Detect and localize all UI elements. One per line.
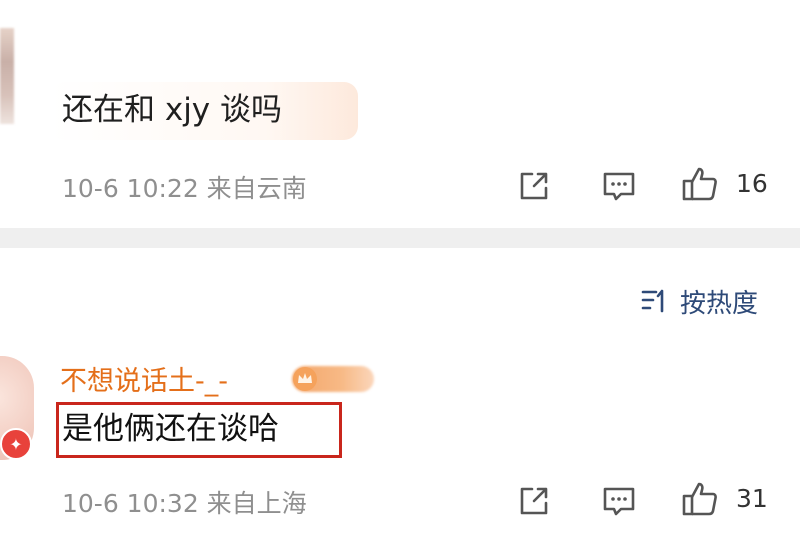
thumbs-up-icon[interactable] [680,164,720,204]
crown-icon [293,367,317,391]
sort-by-hot-link[interactable]: 按热度 [680,283,758,320]
share-icon[interactable] [514,166,554,206]
sort-icon[interactable] [640,287,670,315]
comment-meta: 10-6 10:22 来自云南 [62,174,307,203]
like-count: 31 [736,484,768,513]
section-divider [0,228,800,248]
comment-text: 还在和 xjy 谈吗 [62,92,283,128]
comment-icon[interactable] [599,166,639,206]
username[interactable]: 不想说话土-_- [60,359,228,398]
like-count: 16 [736,169,768,198]
share-icon[interactable] [514,481,554,521]
comment-meta: 10-6 10:32 来自上海 [62,489,307,518]
comment-text: 是他俩还在谈哈 [62,411,279,447]
vip-badge-icon: ✦ [0,428,32,460]
thumbs-up-icon[interactable] [680,479,720,519]
comment-icon[interactable] [599,481,639,521]
avatar[interactable] [0,28,14,124]
